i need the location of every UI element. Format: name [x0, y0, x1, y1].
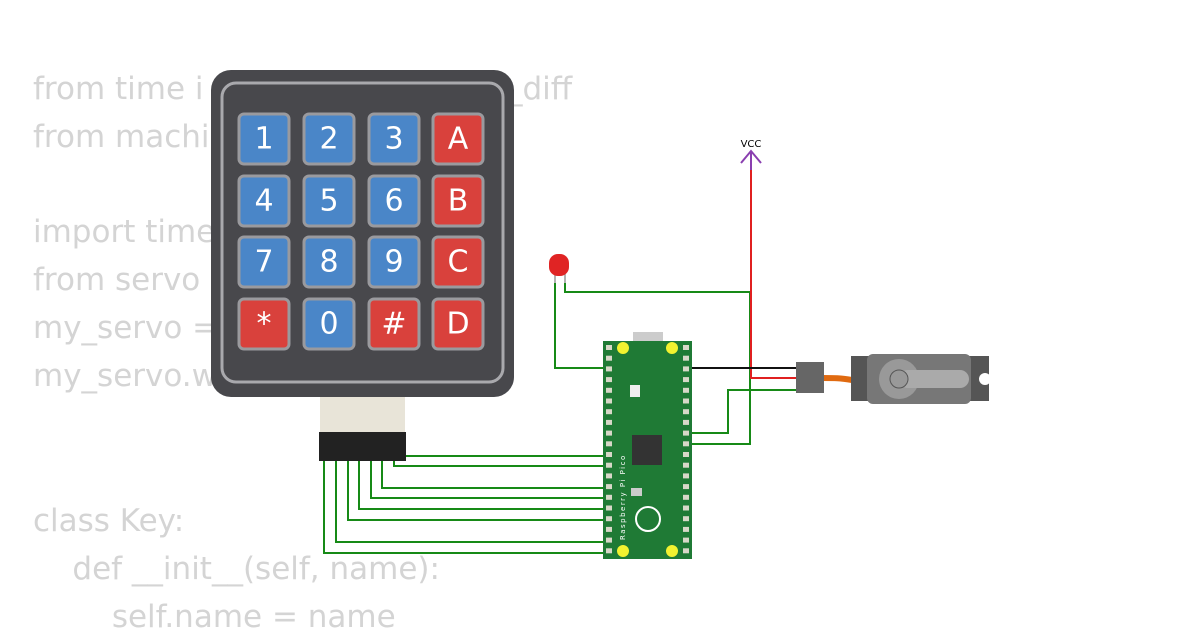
key-label: * [257, 307, 272, 342]
pico-pin[interactable] [683, 419, 689, 425]
key-label: 1 [254, 122, 273, 157]
key-label: 4 [254, 184, 273, 219]
key-B[interactable]: B [431, 174, 485, 228]
keypad-connector [319, 395, 406, 461]
pico-pin[interactable] [683, 505, 689, 511]
key-9[interactable]: 9 [367, 235, 421, 289]
pico-pin[interactable] [683, 548, 689, 554]
servo-signal-wire [686, 389, 800, 434]
pico-pin[interactable] [683, 462, 689, 468]
key-#[interactable]: # [367, 297, 421, 351]
vcc-label: VCC [741, 139, 762, 150]
key-label: 0 [319, 307, 338, 342]
servo-motor[interactable] [796, 354, 991, 404]
pico-pin[interactable] [606, 441, 612, 447]
pico-pin[interactable] [683, 377, 689, 383]
key-6[interactable]: 6 [367, 174, 421, 228]
pico-pin[interactable] [683, 355, 689, 361]
pico-pin[interactable] [683, 398, 689, 404]
pico-pin[interactable] [683, 430, 689, 436]
board-name-label: Raspberry Pi Pico [619, 454, 627, 540]
pico-pin[interactable] [683, 537, 689, 543]
vcc-symbol: VCC [740, 139, 762, 170]
pico-pin[interactable] [606, 452, 612, 457]
key-D[interactable]: D [431, 297, 485, 351]
pico-pin[interactable] [606, 398, 612, 404]
pico-pin[interactable] [606, 419, 612, 425]
pico-pin[interactable] [606, 409, 612, 415]
pico-pin[interactable] [606, 345, 612, 350]
key-label: 8 [319, 245, 338, 280]
pico-pin[interactable] [606, 537, 612, 543]
pico-pin[interactable] [606, 494, 612, 500]
servo-horn-screw-icon [889, 369, 909, 389]
led-wire [554, 283, 610, 369]
pico-pin[interactable] [683, 452, 689, 457]
key-C[interactable]: C [431, 235, 485, 289]
key-label: 2 [319, 122, 338, 157]
pico-pin[interactable] [606, 355, 612, 361]
key-2[interactable]: 2 [302, 112, 356, 166]
pico-pin[interactable] [683, 387, 689, 393]
key-7[interactable]: 7 [237, 235, 291, 289]
pico-pin[interactable] [606, 366, 612, 372]
key-3[interactable]: 3 [367, 112, 421, 166]
pico-pin[interactable] [683, 366, 689, 372]
pico-pin[interactable] [683, 441, 689, 447]
circuit-canvas: VCC 1 2 3 A 4 5 6 B 7 8 9 C * 0 # D Raspberry Pi Pico [211, 70, 991, 559]
pico-pin[interactable] [606, 387, 612, 393]
vcc-wire [750, 170, 800, 379]
key-5[interactable]: 5 [302, 174, 356, 228]
pico-pin[interactable] [606, 462, 612, 468]
raspberry-pi-pico[interactable]: Raspberry Pi Pico [603, 332, 692, 559]
pico-pin[interactable] [683, 484, 689, 490]
key-label: 5 [319, 184, 338, 219]
key-label: A [448, 122, 469, 157]
key-0[interactable]: 0 [302, 297, 356, 351]
key-label: C [448, 245, 469, 280]
pico-pin[interactable] [606, 473, 612, 479]
pico-pin[interactable] [606, 505, 612, 511]
pico-pin[interactable] [606, 377, 612, 383]
key-8[interactable]: 8 [302, 235, 356, 289]
key-label: D [446, 307, 469, 342]
pico-pin[interactable] [683, 494, 689, 500]
pico-pin[interactable] [606, 430, 612, 436]
key-label: B [448, 184, 469, 219]
pico-pin[interactable] [683, 409, 689, 415]
membrane-keypad[interactable]: 1 2 3 A 4 5 6 B 7 8 9 C * 0 # D [211, 70, 514, 397]
keypad-wires [323, 455, 610, 554]
pico-pin[interactable] [606, 516, 612, 522]
key-label: 9 [384, 245, 403, 280]
key-label: 6 [384, 184, 403, 219]
pico-pin[interactable] [683, 516, 689, 522]
pico-pin[interactable] [683, 345, 689, 350]
pico-pin[interactable] [683, 526, 689, 532]
pico-pin[interactable] [606, 548, 612, 554]
red-led[interactable] [549, 254, 569, 283]
pico-pin[interactable] [606, 484, 612, 490]
key-1[interactable]: 1 [237, 112, 291, 166]
key-label: 3 [384, 122, 403, 157]
key-label: 7 [254, 245, 273, 280]
pico-pin[interactable] [683, 473, 689, 479]
key-label: # [381, 307, 406, 342]
key-*[interactable]: * [237, 297, 291, 351]
key-A[interactable]: A [431, 112, 485, 166]
pico-pin[interactable] [606, 526, 612, 532]
key-4[interactable]: 4 [237, 174, 291, 228]
